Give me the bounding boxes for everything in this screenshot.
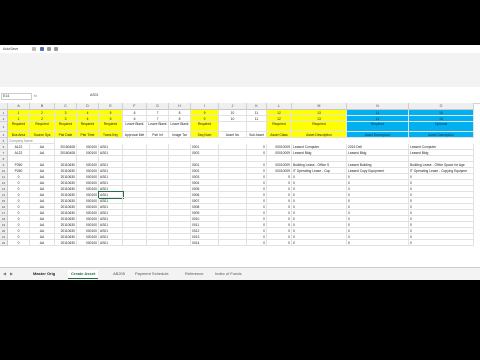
- data-cell[interactable]: 000100: [77, 240, 99, 246]
- column-header-i[interactable]: I: [191, 103, 219, 110]
- sheet-tab-ab205[interactable]: AB205: [110, 270, 128, 278]
- data-cell[interactable]: 0: [8, 240, 30, 246]
- formula-bar: E14 fx AS01: [0, 87, 480, 104]
- data-cell[interactable]: AA: [30, 240, 55, 246]
- column-header-n[interactable]: N: [347, 103, 409, 110]
- data-cell[interactable]: [219, 240, 247, 246]
- header-cell[interactable]: Pstr Inf: [147, 132, 169, 138]
- formula-input[interactable]: AS01: [90, 93, 99, 98]
- header-cell[interactable]: [219, 122, 247, 132]
- sheet-tab-bar: ◀ ▶ Master Orig Create Asset AB205 Payment …: [0, 267, 480, 280]
- header-cell[interactable]: Leave Blank: [123, 122, 147, 132]
- column-header-m[interactable]: M: [292, 103, 347, 110]
- column-header-g[interactable]: G: [147, 103, 169, 110]
- header-cell[interactable]: Image Tar: [169, 132, 191, 138]
- column-header-o[interactable]: O: [409, 103, 474, 110]
- select-all-corner[interactable]: [0, 103, 8, 110]
- column-header-l[interactable]: L: [267, 103, 292, 110]
- ribbon: [0, 53, 480, 88]
- row-header[interactable]: 3: [0, 122, 8, 132]
- column-header-a[interactable]: A: [8, 103, 30, 110]
- header-cell[interactable]: Asset Description: [292, 132, 347, 138]
- column-header-e[interactable]: E: [99, 103, 123, 110]
- header-cell[interactable]: Required: [77, 122, 99, 132]
- data-cell[interactable]: 0: [267, 240, 292, 246]
- header-cell[interactable]: Required: [8, 122, 30, 132]
- header-cell[interactable]: Required: [99, 122, 123, 132]
- data-cell[interactable]: 0: [247, 240, 267, 246]
- sheet-tab-payment-schedule[interactable]: Payment Schedule: [132, 270, 172, 278]
- column-header-h[interactable]: H: [169, 103, 191, 110]
- data-cell[interactable]: 0: [409, 240, 474, 246]
- header-cell[interactable]: Required: [55, 122, 77, 132]
- column-header-c[interactable]: C: [55, 103, 77, 110]
- fx-icon[interactable]: fx: [34, 93, 54, 98]
- header-cell[interactable]: Approval Met: [123, 132, 147, 138]
- excel-window: AutoSave E14 fx AS01 ABCDEFGHIJKLMNO1123…: [0, 45, 480, 280]
- sheet-tab-reference[interactable]: Reference: [182, 270, 206, 278]
- header-cell[interactable]: Required: [30, 122, 55, 132]
- sheet-tab-master-orig[interactable]: Master Orig: [30, 270, 58, 278]
- column-header-k[interactable]: K: [247, 103, 267, 110]
- data-cell[interactable]: 0: [292, 240, 347, 246]
- data-cell[interactable]: [123, 240, 147, 246]
- header-cell[interactable]: Trans Key: [99, 132, 123, 138]
- prev-sheet-icon[interactable]: ◀: [3, 270, 6, 278]
- header-cell[interactable]: Pstr Date: [55, 132, 77, 138]
- sheet-tab-index-of-funds[interactable]: Index of Funds: [212, 270, 244, 278]
- column-header-d[interactable]: D: [77, 103, 99, 110]
- autosave-toggle-icon[interactable]: [32, 47, 36, 51]
- title-bar: AutoSave: [0, 45, 480, 53]
- header-cell[interactable]: Asset Class: [267, 132, 292, 138]
- data-cell[interactable]: 20110630: [55, 240, 77, 246]
- spreadsheet-grid[interactable]: A B C D E F G H I J K L M N O 1 1 2 3 4 5 6 7 8 9 10 11 12 13 14 15 2 1 2…: [0, 103, 480, 267]
- undo-icon[interactable]: [47, 47, 51, 51]
- data-cell[interactable]: [147, 240, 169, 246]
- header-cell[interactable]: Sub Asset: [247, 132, 267, 138]
- header-cell[interactable]: Asset No: [219, 132, 247, 138]
- header-cell[interactable]: Required: [347, 122, 409, 132]
- name-box[interactable]: E14: [1, 93, 32, 100]
- column-header-j[interactable]: J: [219, 103, 247, 110]
- redo-icon[interactable]: [54, 47, 58, 51]
- sheet-tab-create-asset[interactable]: Create Asset: [68, 270, 99, 279]
- header-cell[interactable]: Leave Blank: [147, 122, 169, 132]
- header-cell[interactable]: Asset Description: [409, 132, 474, 138]
- header-cell[interactable]: Pstr Time: [77, 132, 99, 138]
- data-cell[interactable]: AS01: [99, 240, 123, 246]
- header-cell[interactable]: Required: [191, 122, 219, 132]
- header-cell[interactable]: Seq Num: [191, 132, 219, 138]
- header-cell[interactable]: Optional: [409, 122, 474, 132]
- header-cell[interactable]: Leave Blank: [169, 122, 191, 132]
- header-cell[interactable]: [247, 122, 267, 132]
- row-header[interactable]: 22: [0, 240, 8, 246]
- save-icon[interactable]: [40, 47, 44, 51]
- header-cell[interactable]: Required: [267, 122, 292, 132]
- column-header-b[interactable]: B: [30, 103, 55, 110]
- next-sheet-icon[interactable]: ▶: [10, 270, 13, 278]
- autosave-label[interactable]: AutoSave: [3, 47, 18, 51]
- data-cell[interactable]: [169, 240, 191, 246]
- header-cell[interactable]: Asset Description: [347, 132, 409, 138]
- data-cell[interactable]: 0: [347, 240, 409, 246]
- header-cell[interactable]: Required: [292, 122, 347, 132]
- data-cell[interactable]: 0014: [191, 240, 219, 246]
- column-header-f[interactable]: F: [123, 103, 147, 110]
